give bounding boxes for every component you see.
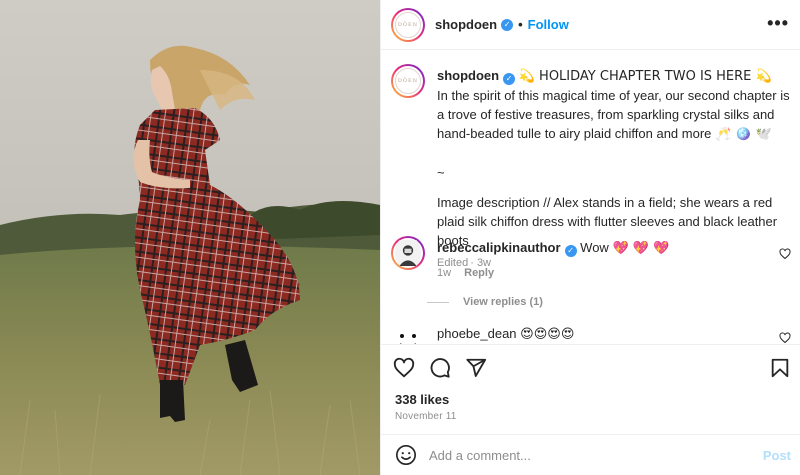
like-comment-heart-icon[interactable] bbox=[779, 248, 791, 260]
face-drawing-icon bbox=[391, 322, 425, 344]
comment-composer: Post bbox=[381, 434, 800, 475]
comment-body: phoebe_dean 😍😍😍😍 bbox=[437, 324, 791, 344]
caption-username[interactable]: shopdoen bbox=[437, 68, 499, 83]
post-details-panel: DŌEN shopdoen ✓ • Follow ••• DŌEN shopdo… bbox=[380, 0, 800, 475]
comment-time[interactable]: 1w bbox=[437, 267, 451, 279]
view-replies-button[interactable]: View replies (1) bbox=[427, 296, 543, 308]
comment-emoji: 😍😍😍😍 bbox=[520, 327, 575, 342]
commenter-avatar[interactable] bbox=[391, 236, 425, 270]
doen-logo: DŌEN bbox=[395, 11, 421, 38]
post-date[interactable]: November 11 bbox=[395, 411, 457, 422]
commenter-avatar[interactable] bbox=[391, 322, 425, 344]
author-username[interactable]: shopdoen bbox=[435, 17, 497, 32]
more-icon[interactable]: ••• bbox=[767, 14, 789, 32]
caption-paragraph-wrap: In the spirit of this magical time of ye… bbox=[437, 86, 791, 144]
author-avatar[interactable]: DŌEN bbox=[391, 7, 425, 42]
comment-input[interactable] bbox=[429, 447, 749, 463]
comment-username[interactable]: rebeccalipkinauthor bbox=[437, 240, 561, 255]
post-header: DŌEN shopdoen ✓ • Follow ••• bbox=[381, 0, 800, 50]
emoji-icon[interactable] bbox=[395, 444, 417, 466]
view-replies-label: View replies (1) bbox=[463, 296, 543, 308]
comment-emoji: 💖 💖 💖 bbox=[612, 241, 670, 256]
post-actions: 338 likes November 11 bbox=[381, 344, 800, 434]
comment-icon[interactable] bbox=[429, 357, 451, 379]
verified-icon: ✓ bbox=[501, 18, 514, 31]
portrait-icon bbox=[395, 240, 421, 266]
comment-username[interactable]: phoebe_dean bbox=[437, 326, 517, 341]
separator-dot: • bbox=[518, 17, 523, 32]
comment-text: Wow bbox=[580, 240, 609, 255]
heart-icon[interactable] bbox=[393, 357, 415, 379]
doen-logo: DŌEN bbox=[395, 68, 421, 94]
like-comment-heart-icon[interactable] bbox=[779, 332, 791, 344]
post-photo[interactable] bbox=[0, 0, 380, 475]
caption-tilde: ~ bbox=[437, 165, 445, 180]
follow-button[interactable]: Follow bbox=[528, 17, 569, 32]
caption-emoji: 🥂 🪩 🕊️ bbox=[715, 127, 772, 142]
verified-icon: ✓ bbox=[503, 73, 516, 85]
comment-body: rebeccalipkinauthor ✓ Wow 💖 💖 💖 1w Reply bbox=[437, 238, 791, 283]
caption-avatar[interactable]: DŌEN bbox=[391, 64, 425, 98]
share-icon[interactable] bbox=[465, 357, 487, 379]
reply-button[interactable]: Reply bbox=[464, 267, 494, 279]
comment-meta: 1w Reply bbox=[437, 264, 791, 283]
likes-count[interactable]: 338 likes bbox=[395, 392, 449, 407]
post-modal: DŌEN shopdoen ✓ • Follow ••• DŌEN shopdo… bbox=[0, 0, 800, 475]
verified-icon: ✓ bbox=[564, 245, 577, 257]
post-image bbox=[0, 0, 380, 475]
post-comment-button[interactable]: Post bbox=[763, 448, 791, 463]
comments-list[interactable]: DŌEN shopdoen ✓ 💫 HOLIDAY CHAPTER TWO IS … bbox=[381, 50, 800, 344]
caption-headline: 💫 HOLIDAY CHAPTER TWO IS HERE 💫 bbox=[518, 69, 772, 84]
bookmark-icon[interactable] bbox=[769, 357, 791, 379]
